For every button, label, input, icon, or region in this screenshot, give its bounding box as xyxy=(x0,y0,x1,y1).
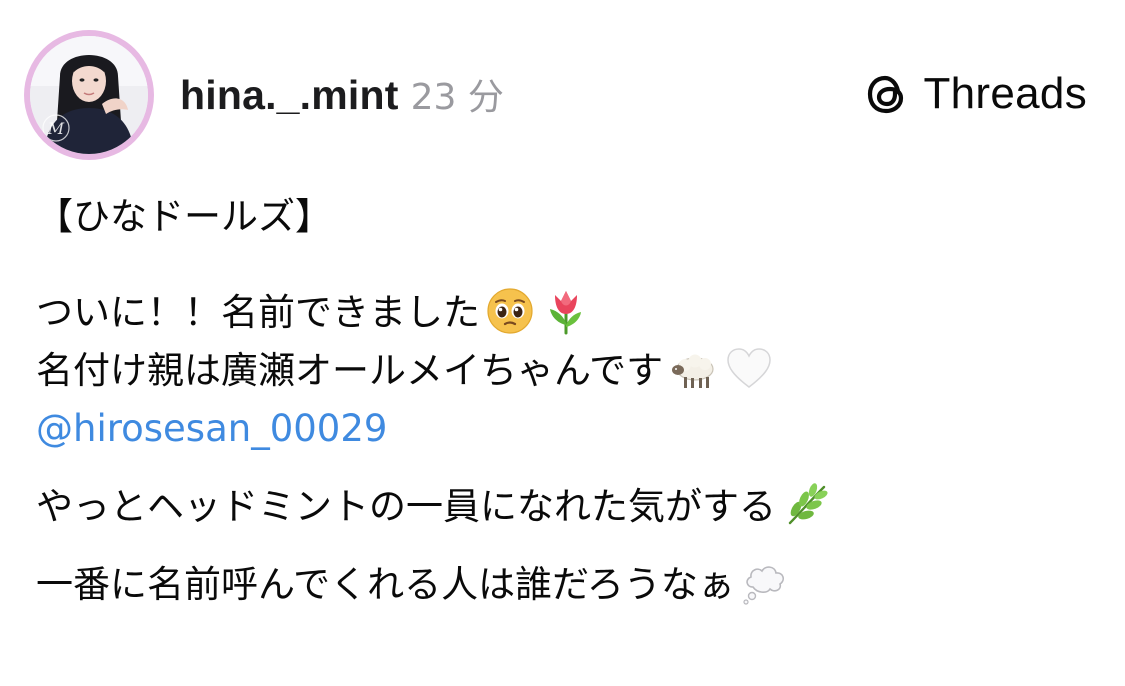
post-text: やっとヘッドミントの一員になれた気がする xyxy=(36,485,776,528)
mention-link[interactable]: @hirosesan_00029 xyxy=(36,407,387,450)
post-line: 一番に名前呼んでくれる人は誰だろうなぁ xyxy=(36,556,1095,614)
post-text: ついに！！名前できました xyxy=(36,291,480,334)
tulip-emoji xyxy=(540,285,592,337)
herb-emoji xyxy=(780,479,832,531)
pleading-face-emoji xyxy=(484,285,536,337)
threads-brand[interactable]: Threads xyxy=(861,68,1087,120)
post-header: M hina._.mint 23 分 Threads xyxy=(0,0,1125,170)
threads-brand-name: Threads xyxy=(923,69,1087,118)
post-text: 名付け親は廣瀬オールメイちゃんです xyxy=(36,349,664,392)
svg-text:M: M xyxy=(47,119,65,138)
username[interactable]: hina._.mint xyxy=(180,72,399,119)
timestamp: 23 分 xyxy=(410,77,504,118)
white-heart-emoji xyxy=(723,343,775,395)
post-line: 名付け親は廣瀬オールメイちゃんです xyxy=(36,342,1095,400)
threads-logo-icon xyxy=(868,75,904,114)
post-line: ついに！！名前できました xyxy=(36,284,1095,342)
avatar[interactable]: M xyxy=(24,30,154,160)
username-row: hina._.mint 23 分 xyxy=(180,68,504,120)
thought-balloon-emoji xyxy=(739,557,791,609)
avatar-photo: M xyxy=(30,36,148,154)
sheep-emoji xyxy=(667,343,719,395)
post-text: 一番に名前呼んでくれる人は誰だろうなぁ xyxy=(36,563,735,606)
post-line: やっとヘッドミントの一員になれた気がする xyxy=(36,478,1095,536)
post-body: 【ひなドールズ】 ついに！！名前できました 名付け親は廣瀬オールメイちゃんです … xyxy=(36,188,1095,614)
post-line: @hirosesan_00029 xyxy=(36,400,1095,458)
post-title: 【ひなドールズ】 xyxy=(36,195,332,238)
